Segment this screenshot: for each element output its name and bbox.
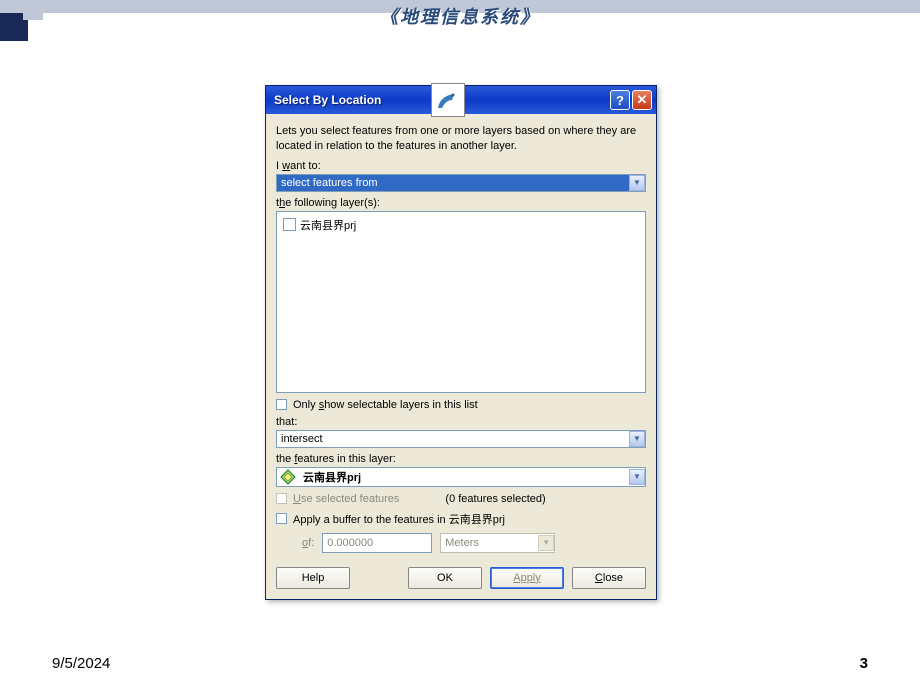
slide-page-number: 3 [860,655,868,672]
that-dropdown[interactable]: intersect ▼ [276,430,646,448]
help-icon[interactable]: ? [610,90,630,110]
polygon-layer-icon [280,469,296,485]
use-selected-label: Use selected features [293,493,399,505]
chevron-down-icon[interactable]: ▼ [629,431,645,447]
slide-header: 《地理信息系统》 [0,0,920,40]
chevron-down-icon: ▼ [538,535,554,551]
following-layers-label: the following layer(s): [276,197,646,209]
close-button[interactable]: Close [572,567,646,589]
iwant-dropdown[interactable]: select features from ▼ [276,174,646,192]
slide-footer: 9/5/2024 3 [52,655,868,672]
apply-buffer-label: Apply a buffer to the features in 云南县界pr… [293,511,505,527]
slide-title: 《地理信息系统》 [380,3,540,29]
apply-buffer-row: Apply a buffer to the features in 云南县界pr… [276,511,646,527]
apply-button[interactable]: Apply [490,567,564,589]
ok-button[interactable]: OK [408,567,482,589]
app-logo-icon [431,83,465,117]
dialog-body: Lets you select features from one or mor… [266,114,656,599]
iwant-value: select features from [277,177,629,189]
layers-listbox[interactable]: 云南县界prj [276,211,646,393]
slide-date: 9/5/2024 [52,655,110,672]
buffer-input-row: of: Meters ▼ [302,533,646,553]
dialog-titlebar[interactable]: Select By Location ? ✕ [266,86,656,114]
selected-count: (0 features selected) [445,493,545,505]
that-value: intersect [277,433,629,445]
intro-text: Lets you select features from one or mor… [276,124,646,154]
buffer-unit-value: Meters [441,537,538,549]
features-layer-label: the features in this layer: [276,453,646,465]
layer-item-label: 云南县界prj [300,217,356,233]
select-by-location-dialog: Select By Location ? ✕ Lets you select f… [265,85,657,600]
buffer-unit-dropdown: Meters ▼ [440,533,555,553]
header-decoration [0,0,43,41]
square-light-icon [23,0,43,20]
features-layer-dropdown[interactable]: 云南县界prj ▼ [276,467,646,487]
only-selectable-row: Only show selectable layers in this list [276,399,646,411]
dialog-button-row: Help OK Apply Close [276,567,646,589]
layer-list-item[interactable]: 云南县界prj [281,216,641,234]
use-selected-checkbox [276,493,287,504]
close-icon[interactable]: ✕ [632,90,652,110]
buffer-value-input[interactable] [322,533,432,553]
that-label: that: [276,416,646,428]
help-button[interactable]: Help [276,567,350,589]
chevron-down-icon[interactable]: ▼ [629,469,645,485]
iwant-label: I want to: [276,160,646,172]
apply-buffer-checkbox[interactable] [276,513,287,524]
only-selectable-checkbox[interactable] [276,399,287,410]
features-layer-value: 云南县界prj [299,469,629,485]
of-label: of: [302,537,314,549]
only-selectable-label: Only show selectable layers in this list [293,399,478,411]
layer-checkbox[interactable] [283,218,296,231]
chevron-down-icon[interactable]: ▼ [629,175,645,191]
use-selected-row: Use selected features (0 features select… [276,493,646,505]
